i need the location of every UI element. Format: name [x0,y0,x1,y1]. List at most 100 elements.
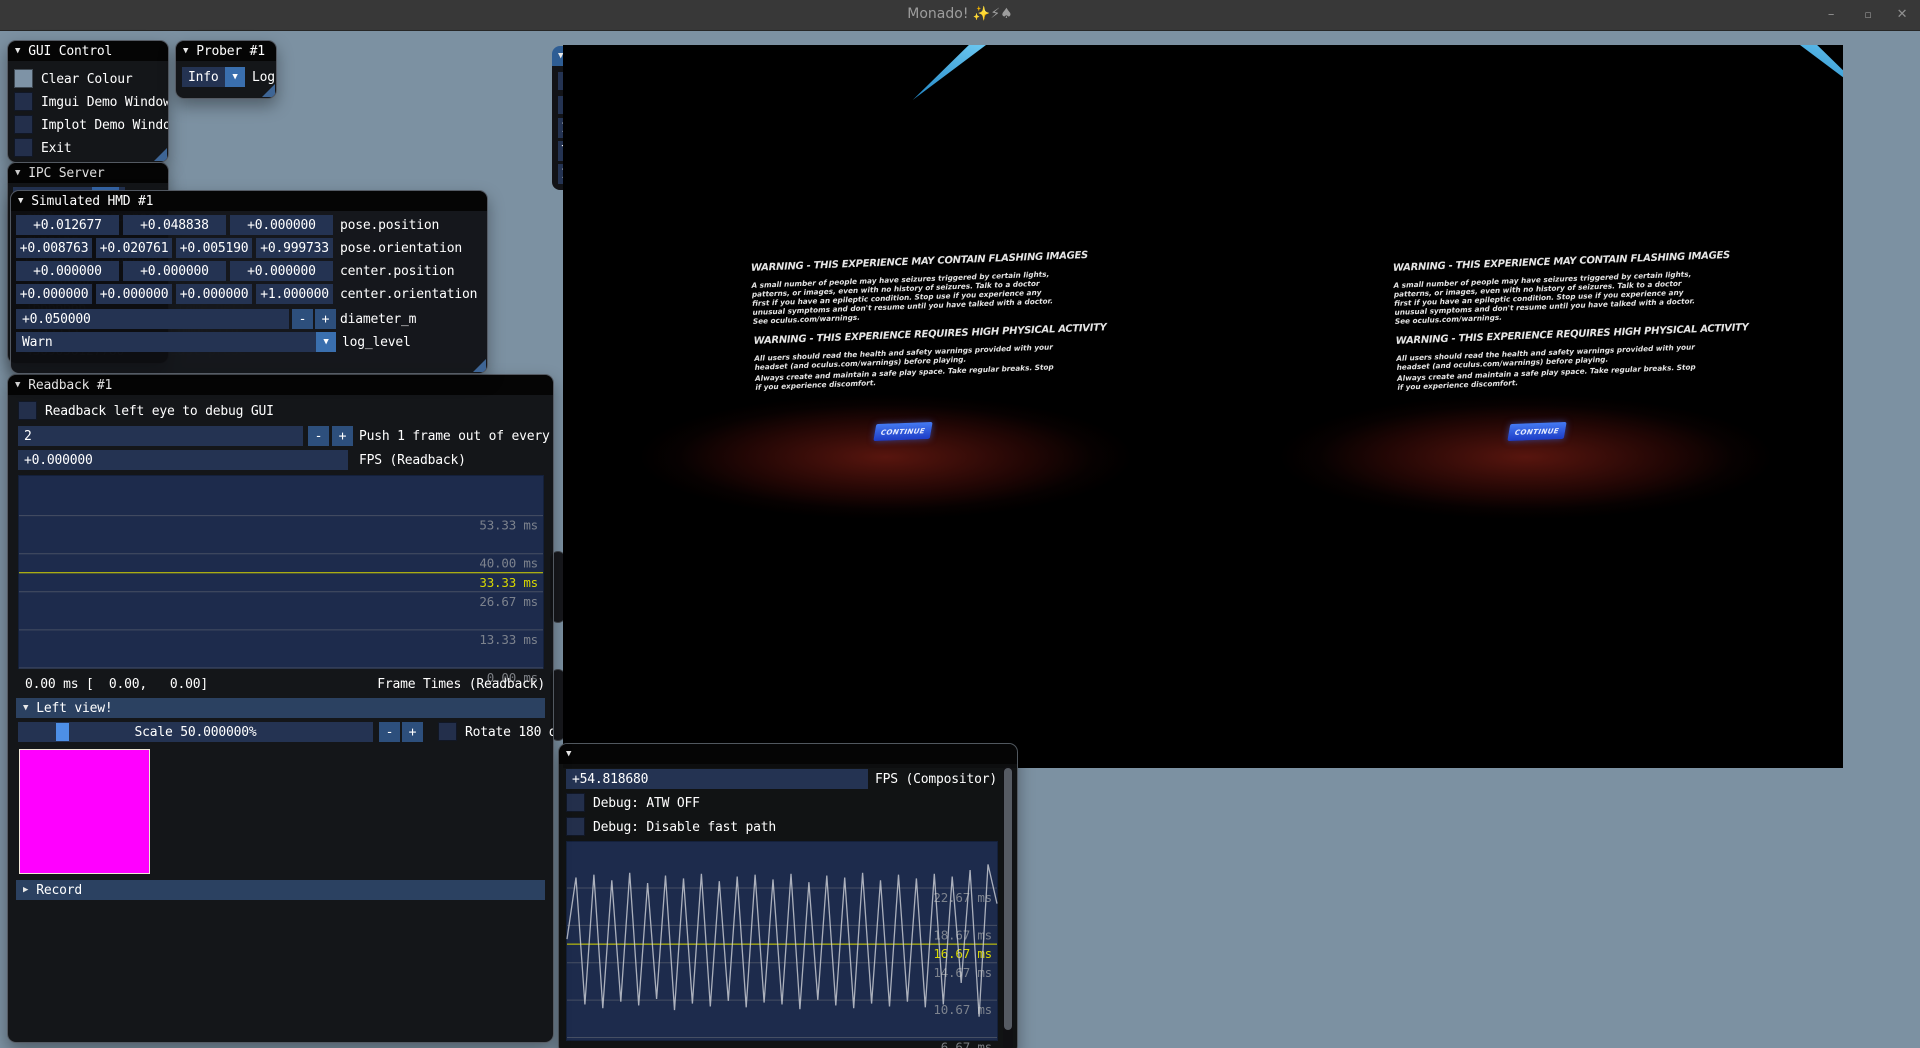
imgui-demo-checkbox[interactable] [14,92,33,111]
pose-orientation-w[interactable]: +0.999733 [256,238,333,258]
center-position-z[interactable]: +0.000000 [230,261,333,281]
log-level-combo[interactable]: Warn ▼ [16,332,336,352]
collapse-icon[interactable]: ▼ [566,749,571,759]
pose-orientation-z[interactable]: +0.005190 [176,238,252,258]
ipc-server-titlebar[interactable]: ▼ IPC Server [8,163,168,183]
implot-demo-checkbox[interactable] [14,115,33,134]
implot-demo-label: Implot Demo Window [41,118,169,133]
svg-text:13.33 ms: 13.33 ms [479,632,538,647]
pose-orientation-x[interactable]: +0.008763 [16,238,92,258]
clear-colour-checkbox[interactable] [14,69,33,88]
chevron-down-icon[interactable]: ▼ [316,332,336,352]
collapse-icon[interactable]: ▼ [15,168,20,178]
record-title: Record [36,883,82,898]
center-orientation-y[interactable]: +0.000000 [96,284,172,304]
readback-titlebar[interactable]: ▼ Readback #1 [8,375,553,395]
pose-position-z[interactable]: +0.000000 [230,215,333,235]
fps-readback-input[interactable]: +0.000000 [18,450,348,470]
compositor-plot-canvas: 22.67 ms18.67 ms14.67 ms10.67 ms6.67 ms1… [567,842,997,1040]
center-orientation-x[interactable]: +0.000000 [16,284,92,304]
svg-text:10.67 ms: 10.67 ms [933,1002,992,1017]
warning-panel-left-eye: WARNING - THIS EXPERIENCE MAY CONTAIN FL… [751,251,1061,392]
pose-orientation-label: pose.orientation [340,241,462,256]
debug-fastpath-checkbox[interactable] [566,817,585,836]
diameter-plus-button[interactable]: + [315,309,336,329]
left-view-header[interactable]: ▼ Left view! [16,698,545,718]
center-position-x[interactable]: +0.000000 [16,261,119,281]
record-header[interactable]: ▶ Record [16,880,545,900]
ipc-server-title: IPC Server [28,166,104,181]
simulated-hmd-title: Simulated HMD #1 [31,194,153,209]
collapse-icon[interactable]: ▼ [15,380,20,390]
chevron-down-icon[interactable]: ▼ [225,67,245,87]
scrollbar-track[interactable] [1003,766,1013,1048]
diameter-input[interactable]: +0.050000 [16,309,289,329]
resize-grip[interactable] [154,148,167,161]
readback-plot-canvas: 53.33 ms40.00 ms26.67 ms13.33 ms0.00 ms3… [19,476,543,668]
minimize-icon[interactable]: – [1819,4,1843,26]
svg-text:33.33 ms: 33.33 ms [479,575,538,590]
prober-log-button[interactable]: Log [252,70,275,85]
exit-checkbox[interactable] [14,138,33,157]
collapse-icon[interactable]: ▼ [18,196,23,206]
window-prober: ▼ Prober #1 Info ▼ Log [175,40,277,99]
vr-render-view: WARNING - THIS EXPERIENCE MAY CONTAIN FL… [563,45,1843,768]
pose-position-y[interactable]: +0.048838 [123,215,226,235]
readback-left-eye-label: Readback left eye to debug GUI [45,404,274,419]
frame-times-compositor-plot[interactable]: 22.67 ms18.67 ms14.67 ms10.67 ms6.67 ms1… [566,841,998,1041]
readback-plot-title: Frame Times (Readback) [8,677,545,692]
push-frame-plus-button[interactable]: + [332,426,353,446]
maximize-icon[interactable]: ▫ [1856,4,1880,26]
lens-flare-streak-right [1800,45,1843,100]
collapse-icon[interactable]: ▼ [23,703,28,713]
prober-combo-value: Info [188,70,219,85]
frame-times-readback-plot[interactable]: 53.33 ms40.00 ms26.67 ms13.33 ms0.00 ms3… [18,475,544,669]
fps-compositor-input[interactable]: +54.818680 [566,769,868,789]
diameter-minus-button[interactable]: - [292,309,313,329]
pose-position-label: pose.position [340,218,439,233]
push-frame-minus-button[interactable]: - [308,426,329,446]
push-frame-input[interactable]: 2 [18,426,303,446]
compositor-titlebar[interactable]: ▼ [559,744,1017,764]
red-horizon-glow-right [1221,377,1831,537]
continue-button-left-eye: CONTINUE [873,422,932,441]
os-titlebar[interactable]: Monado! ✨⚡♠ – ▫ ✕ [0,0,1920,31]
window-gui-control: ▼ GUI Control Clear Colour Imgui Demo Wi… [7,40,169,163]
warning-panel-right-eye: WARNING - THIS EXPERIENCE MAY CONTAIN FL… [1393,251,1703,392]
rotate-180-checkbox[interactable] [438,722,457,741]
warning-body-1: A small number of people may have seizur… [1393,269,1700,326]
pose-position-x[interactable]: +0.012677 [16,215,119,235]
log-level-value: Warn [22,335,53,350]
log-level-label: log_level [342,335,411,350]
readback-left-eye-checkbox[interactable] [18,401,37,420]
simulated-hmd-titlebar[interactable]: ▼ Simulated HMD #1 [11,191,487,211]
center-orientation-w[interactable]: +1.000000 [256,284,333,304]
rotate-180-label: Rotate 180 de [465,725,554,740]
collapse-icon[interactable]: ▼ [183,46,188,56]
prober-log-level-combo[interactable]: Info ▼ [182,67,245,87]
scrollbar-thumb[interactable] [1004,768,1012,1030]
resize-grip[interactable] [473,359,486,372]
pose-orientation-y[interactable]: +0.020761 [96,238,172,258]
prober-title: Prober #1 [196,44,265,59]
desktop: Monado! ✨⚡♠ – ▫ ✕ ▼ 1 7 1 WARNING - THIS… [0,0,1920,1048]
debug-atw-checkbox[interactable] [566,793,585,812]
window-compositor: ▼ +54.818680 FPS (Compositor) Debug: ATW… [558,743,1018,1048]
scale-minus-button[interactable]: - [379,722,400,742]
imgui-demo-label: Imgui Demo Window [41,95,169,110]
debug-fastpath-label: Debug: Disable fast path [593,820,776,835]
debug-atw-label: Debug: ATW OFF [593,796,700,811]
continue-button-right-eye: CONTINUE [1507,422,1566,441]
collapse-icon[interactable]: ▶ [23,885,28,895]
close-icon[interactable]: ✕ [1890,4,1914,26]
scale-slider[interactable]: Scale 50.000000% [18,722,373,742]
center-position-y[interactable]: +0.000000 [123,261,226,281]
gui-control-titlebar[interactable]: ▼ GUI Control [8,41,168,61]
resize-grip[interactable] [262,84,275,97]
center-orientation-z[interactable]: +0.000000 [176,284,252,304]
scale-plus-button[interactable]: + [402,722,423,742]
collapse-icon[interactable]: ▼ [15,46,20,56]
prober-titlebar[interactable]: ▼ Prober #1 [176,41,276,61]
push-frame-label: Push 1 frame out of every [359,429,550,444]
fps-readback-label: FPS (Readback) [359,453,466,468]
